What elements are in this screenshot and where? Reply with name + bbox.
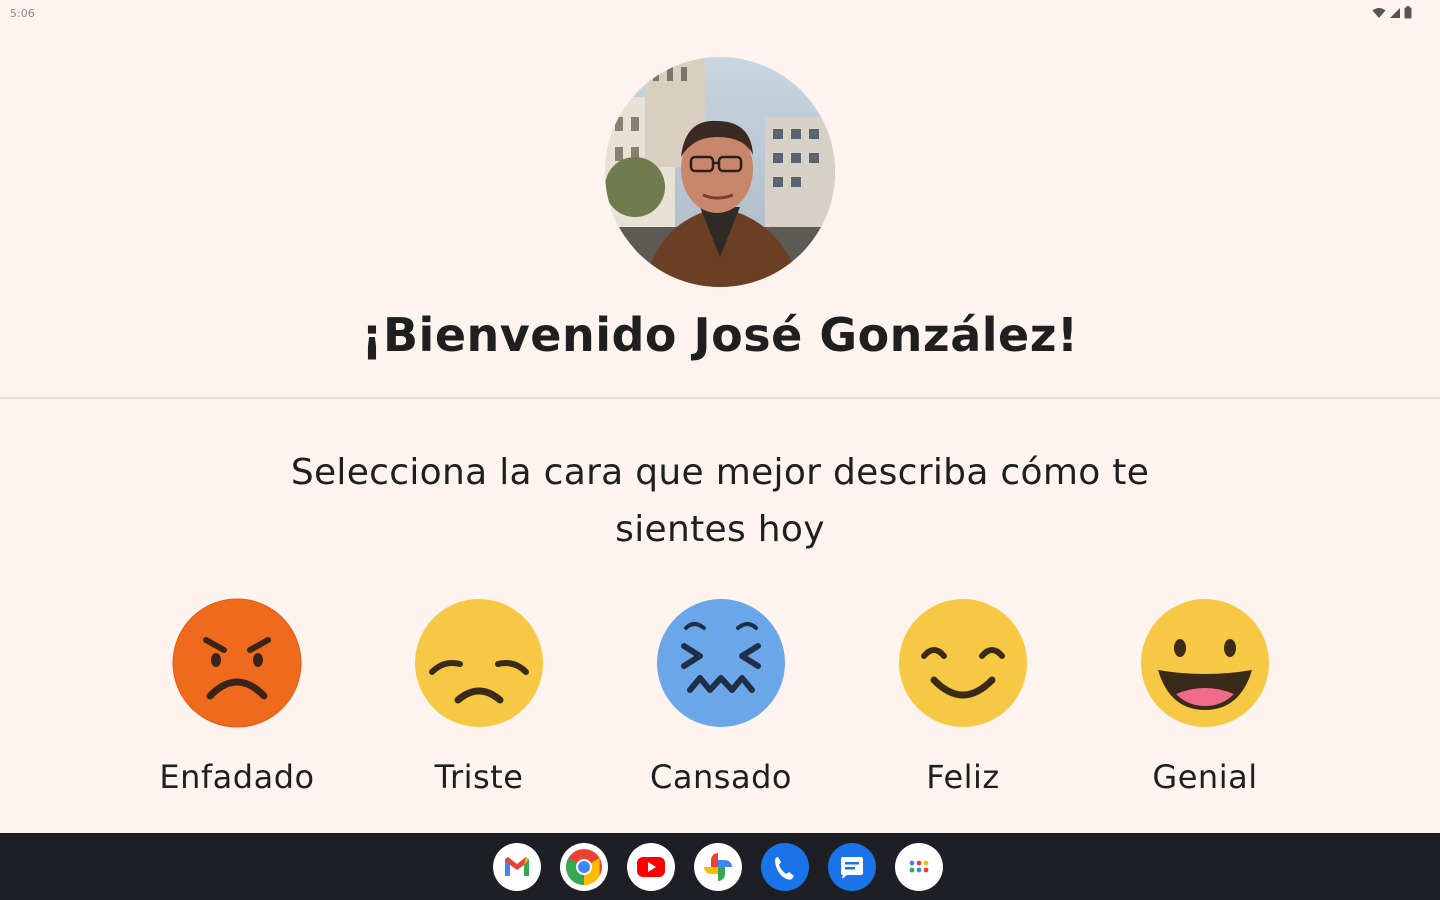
youtube-app[interactable]: [627, 843, 675, 891]
wifi-icon: [1372, 7, 1386, 18]
mood-label: Triste: [434, 758, 524, 796]
photos-icon: [704, 853, 732, 881]
mood-label: Enfadado: [159, 758, 315, 796]
mood-option-feliz[interactable]: Feliz: [848, 598, 1078, 808]
status-bar: 5:06: [0, 0, 1440, 28]
phone-app[interactable]: [761, 843, 809, 891]
welcome-heading: ¡Bienvenido José González!: [361, 308, 1079, 362]
mood-label: Feliz: [926, 758, 1000, 796]
tired-face-icon: [657, 599, 785, 727]
app-dock: [493, 843, 943, 891]
signal-icon: [1390, 7, 1400, 18]
angry-face-icon: [172, 598, 302, 728]
messages-app[interactable]: [828, 843, 876, 891]
mood-label: Cansado: [650, 758, 792, 796]
youtube-icon: [637, 857, 665, 877]
user-photo: [605, 57, 835, 287]
mood-option-triste[interactable]: Triste: [364, 598, 594, 808]
divider: [0, 397, 1440, 399]
phone-icon: [775, 857, 794, 880]
user-avatar: [605, 57, 835, 287]
happy-face-icon: [899, 599, 1027, 727]
mood-selector: Enfadado Triste Cansado Feliz Genial: [0, 598, 1440, 808]
mood-label: Genial: [1152, 758, 1258, 796]
mood-option-cansado[interactable]: Cansado: [606, 598, 836, 808]
status-icons: [1372, 6, 1412, 19]
gmail-icon: [505, 857, 529, 876]
gmail-app[interactable]: [493, 843, 541, 891]
sad-face-icon: [415, 599, 543, 727]
grinning-face-icon: [1141, 599, 1269, 727]
taskbar: [0, 833, 1440, 900]
battery-icon: [1404, 6, 1412, 19]
mood-option-enfadado[interactable]: Enfadado: [122, 598, 352, 808]
photos-app[interactable]: [694, 843, 742, 891]
app-drawer-icon: [909, 860, 929, 873]
chrome-icon: [565, 849, 602, 885]
mood-prompt: Selecciona la cara que mejor describa có…: [290, 452, 1150, 550]
status-time: 5:06: [10, 7, 35, 20]
screen: 5:06 ¡Bienvenido José González! Seleccio…: [0, 0, 1440, 900]
chrome-app[interactable]: [560, 843, 608, 891]
messages-icon: [841, 857, 863, 879]
app-drawer[interactable]: [895, 843, 943, 891]
mood-option-genial[interactable]: Genial: [1090, 598, 1320, 808]
